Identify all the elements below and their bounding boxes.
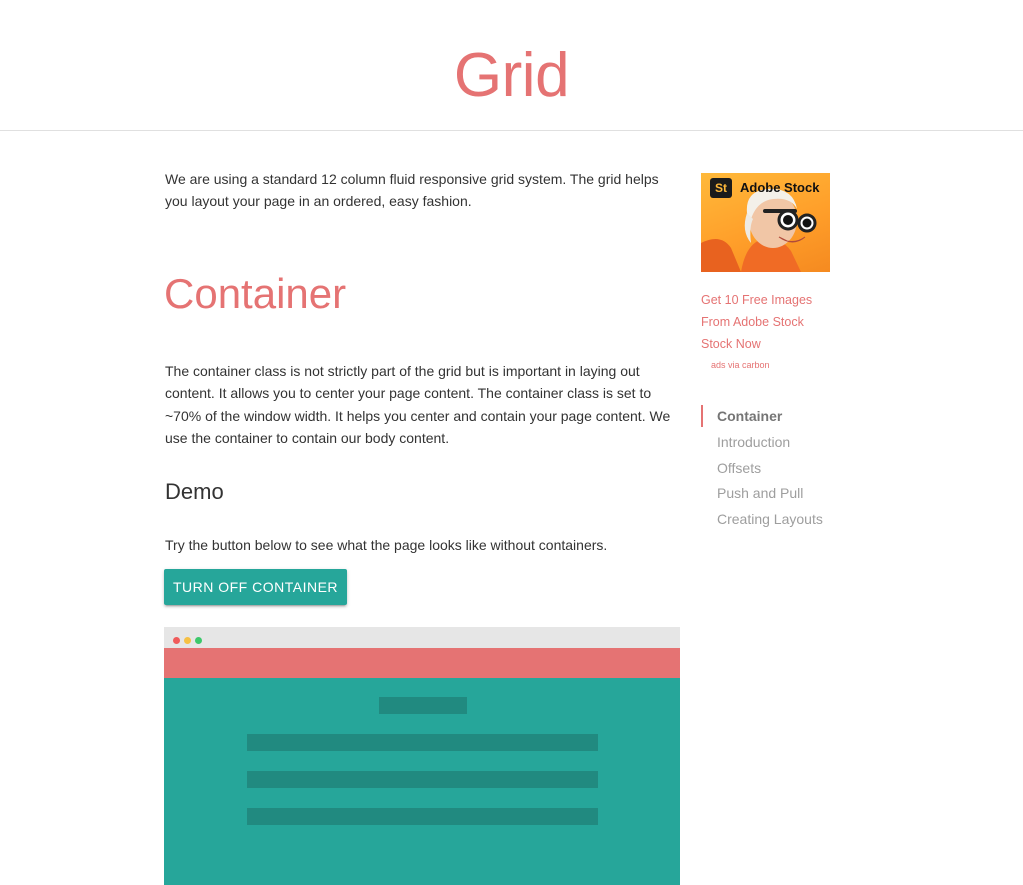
page-title: Grid <box>453 41 570 110</box>
adobe-stock-logo-icon: St <box>710 178 732 198</box>
window-close-dot <box>173 637 180 644</box>
page: Grid We are using a standard 12 column f… <box>0 0 1023 885</box>
toc-item-offsets[interactable]: Offsets <box>701 456 861 482</box>
mockup-content-line <box>247 734 598 751</box>
demo-text: Try the button below to see what the pag… <box>165 537 608 553</box>
ad-link[interactable]: Get 10 Free Images From Adobe Stock Stoc… <box>701 289 831 355</box>
mockup-content-line <box>247 808 598 825</box>
mockup-content-line <box>247 771 598 788</box>
toc-item-push-and-pull[interactable]: Push and Pull <box>701 481 861 507</box>
ad-image[interactable]: St Adobe Stock <box>701 173 830 272</box>
mockup-navbar <box>164 648 680 678</box>
toc-item-creating-layouts[interactable]: Creating Layouts <box>701 507 861 533</box>
intro-text: We are using a standard 12 column fluid … <box>165 171 659 209</box>
window-minimize-dot <box>184 637 191 644</box>
browser-title-bar <box>164 627 680 648</box>
table-of-contents: Container Introduction Offsets Push and … <box>701 404 861 533</box>
toc-item-introduction[interactable]: Introduction <box>701 430 861 456</box>
window-maximize-dot <box>195 637 202 644</box>
demo-heading: Demo <box>165 479 224 504</box>
section-title-container: Container <box>164 270 347 317</box>
toc-item-container[interactable]: Container <box>701 404 861 430</box>
ad-brand: Adobe Stock <box>740 180 820 195</box>
container-demo-illustration <box>164 627 680 885</box>
turn-off-container-button[interactable]: Turn off Container <box>164 569 347 605</box>
mockup-heading-block <box>379 697 467 714</box>
ads-via-carbon-link[interactable]: ads via carbon <box>711 359 770 371</box>
container-description: The container class is not strictly part… <box>165 363 671 447</box>
page-header: Grid <box>0 0 1023 131</box>
